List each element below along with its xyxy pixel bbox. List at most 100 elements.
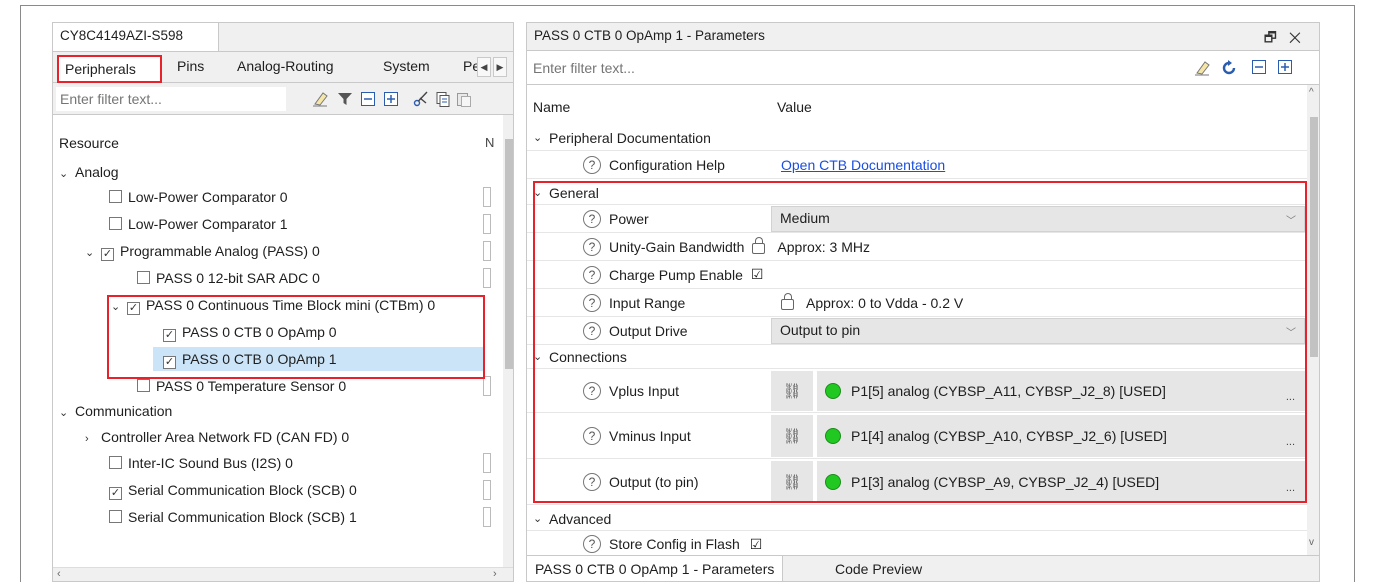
chevron-down-icon[interactable]: ⌄ [85, 241, 101, 265]
power-dropdown[interactable]: Medium ﹀ [771, 206, 1305, 232]
tab-scroll-right-icon[interactable]: ▶ [493, 57, 507, 77]
ctb-documentation-link[interactable]: Open CTB Documentation [781, 157, 945, 173]
more-options-icon[interactable]: ... [1286, 482, 1295, 494]
eraser-icon[interactable] [311, 90, 329, 108]
resource-column-header: Resource [59, 135, 119, 151]
help-icon[interactable]: ? [583, 426, 601, 445]
checkbox[interactable] [137, 379, 150, 392]
section-general[interactable]: ⌄ General [527, 181, 1307, 205]
section-connections[interactable]: ⌄ Connections [527, 345, 1307, 369]
output-pin-selector[interactable]: P1[3] analog (CYBSP_A9, CYBSP_J2_4) [USE… [817, 461, 1305, 503]
left-horizontal-scrollbar[interactable]: ‹ › [53, 567, 513, 581]
chevron-down-icon[interactable]: ⌄ [59, 162, 75, 186]
tree-row-scb-0[interactable]: ✓ Serial Communication Block (SCB) 0 [109, 478, 357, 502]
float-window-icon[interactable]: 🗗 [1264, 29, 1289, 45]
checkbox-checked[interactable]: ✓ [101, 248, 114, 261]
tab-parameters[interactable]: PASS 0 CTB 0 OpAmp 1 - Parameters [527, 556, 784, 581]
checkbox[interactable] [109, 190, 122, 203]
value-cell [483, 241, 491, 261]
link-icon[interactable]: ⛓ [771, 415, 813, 457]
vminus-pin-selector[interactable]: P1[4] analog (CYBSP_A10, CYBSP_J2_6) [US… [817, 415, 1305, 457]
right-vertical-scrollbar[interactable]: ^ v [1307, 85, 1319, 555]
eraser-icon[interactable] [1193, 59, 1211, 80]
tree-row-can-fd[interactable]: › Controller Area Network FD (CAN FD) 0 [85, 425, 349, 449]
chevron-down-icon[interactable]: ⌄ [533, 131, 549, 144]
left-vertical-scrollbar[interactable] [503, 115, 513, 567]
left-filter-input[interactable] [56, 87, 286, 111]
cut-icon[interactable] [412, 90, 430, 108]
tab-analog-routing[interactable]: Analog-Routing [237, 58, 334, 74]
checkbox-checked[interactable]: ✓ [163, 329, 176, 342]
help-icon[interactable]: ? [583, 265, 601, 284]
chevron-right-icon[interactable]: › [85, 427, 101, 451]
help-icon[interactable]: ? [583, 535, 601, 553]
chevron-down-icon[interactable]: ⌄ [111, 295, 127, 319]
chevron-down-icon[interactable]: ⌄ [59, 401, 75, 425]
filter-icon[interactable] [336, 90, 354, 108]
tree-row-sar-adc[interactable]: PASS 0 12-bit SAR ADC 0 [137, 266, 320, 290]
close-icon[interactable]: ✕ [1289, 29, 1313, 45]
help-icon[interactable]: ? [583, 321, 601, 340]
section-peripheral-documentation[interactable]: ⌄ Peripheral Documentation [527, 125, 1307, 151]
checkbox[interactable] [109, 456, 122, 469]
tab-system[interactable]: System [383, 58, 430, 74]
name-column-header: Name [533, 99, 571, 115]
expand-all-icon[interactable] [1277, 59, 1293, 78]
tree-row-analog[interactable]: ⌄ Analog [59, 160, 119, 184]
checkbox[interactable] [109, 217, 122, 230]
scroll-right-icon[interactable]: › [493, 568, 497, 580]
collapse-all-icon[interactable] [1251, 59, 1267, 78]
tree-row-temp-sensor[interactable]: PASS 0 Temperature Sensor 0 [137, 374, 346, 398]
parameters-filter-input[interactable] [533, 57, 1133, 79]
scroll-up-icon[interactable]: ^ [1309, 87, 1314, 98]
value-cell [483, 214, 491, 234]
checkbox[interactable] [109, 510, 122, 523]
vplus-pin-selector[interactable]: P1[5] analog (CYBSP_A11, CYBSP_J2_8) [US… [817, 371, 1305, 411]
chevron-down-icon[interactable]: ⌄ [533, 512, 549, 525]
tree-row-ctbm[interactable]: ⌄ ✓ PASS 0 Continuous Time Block mini (CTB… [111, 293, 435, 317]
tree-row-opamp-0[interactable]: ✓ PASS 0 CTB 0 OpAmp 0 [163, 320, 337, 344]
output-drive-dropdown[interactable]: Output to pin ﹀ [771, 318, 1305, 344]
tree-row-scb-1[interactable]: Serial Communication Block (SCB) 1 [109, 505, 357, 529]
link-icon[interactable]: ⛓ [771, 371, 813, 411]
checkbox-checked[interactable]: ✓ [127, 302, 140, 315]
tab-pins[interactable]: Pins [177, 58, 204, 74]
more-options-icon[interactable]: ... [1286, 391, 1295, 403]
refresh-icon[interactable] [1220, 59, 1238, 80]
tree-row-communication[interactable]: ⌄ Communication [59, 399, 172, 423]
tab-code-preview[interactable]: Code Preview [827, 556, 930, 581]
tree-row-opamp-1[interactable]: ✓ PASS 0 CTB 0 OpAmp 1 [153, 347, 483, 371]
scroll-down-icon[interactable]: v [1309, 537, 1314, 548]
store-config-checkbox[interactable]: ☑ [750, 536, 763, 553]
tree-row-lp-comparator-0[interactable]: Low-Power Comparator 0 [109, 185, 288, 209]
tree-row-pass[interactable]: ⌄ ✓ Programmable Analog (PASS) 0 [85, 239, 320, 263]
scroll-thumb[interactable] [505, 139, 513, 369]
help-icon[interactable]: ? [583, 209, 601, 228]
scroll-thumb[interactable] [1310, 117, 1318, 357]
paste-icon[interactable] [455, 90, 473, 108]
more-options-icon[interactable]: ... [1286, 436, 1295, 448]
section-advanced[interactable]: ⌄ Advanced [527, 507, 1307, 531]
checkbox-checked[interactable]: ✓ [163, 356, 176, 369]
help-icon[interactable]: ? [583, 237, 601, 256]
charge-pump-checkbox[interactable]: ☑ [751, 266, 764, 283]
checkbox-checked[interactable]: ✓ [109, 487, 122, 500]
collapse-all-icon[interactable] [359, 90, 377, 108]
chevron-down-icon[interactable]: ⌄ [533, 186, 549, 199]
checkbox[interactable] [137, 271, 150, 284]
help-icon[interactable]: ? [583, 293, 601, 312]
scroll-left-icon[interactable]: ‹ [57, 568, 61, 580]
document-tab[interactable]: CY8C4149AZI-S598 [53, 23, 219, 51]
help-icon[interactable]: ? [583, 155, 601, 174]
link-icon[interactable]: ⛓ [771, 461, 813, 503]
tab-scroll-left-icon[interactable]: ◀ [477, 57, 491, 77]
tab-peripherals[interactable]: Peripherals [57, 55, 162, 83]
help-icon[interactable]: ? [583, 472, 601, 491]
tree-row-lp-comparator-1[interactable]: Low-Power Comparator 1 [109, 212, 288, 236]
help-icon[interactable]: ? [583, 381, 601, 400]
chevron-down-icon[interactable]: ⌄ [533, 350, 549, 363]
tree-row-i2s[interactable]: Inter-IC Sound Bus (I2S) 0 [109, 451, 293, 475]
copy-icon[interactable] [434, 90, 452, 108]
lock-icon [752, 237, 766, 254]
expand-all-icon[interactable] [382, 90, 400, 108]
